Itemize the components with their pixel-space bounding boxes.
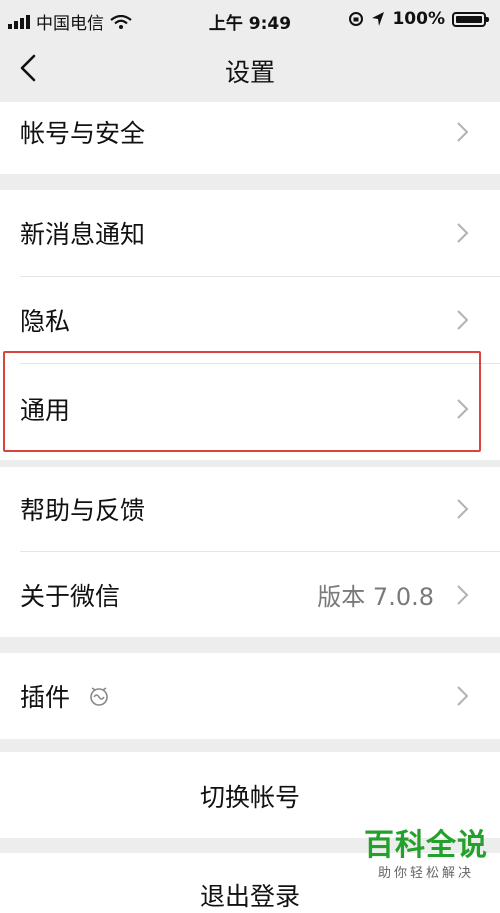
row-label: 关于微信 [20,581,121,611]
section-switch-account: 切换帐号 [0,752,500,838]
highlight-box [3,351,481,452]
location-arrow-icon [372,12,385,26]
status-bar: 中国电信 上午 9:49 100% [0,0,500,38]
row-help-feedback[interactable]: 帮助与反馈 [0,467,500,551]
lock-rotation-icon [349,12,364,26]
page-title: 设置 [224,58,275,87]
plugin-badge-icon [90,687,108,706]
row-about[interactable]: 关于微信 版本 7.0.8 [0,552,500,637]
chevron-right-icon [457,499,469,519]
watermark-title: 百科全说 [364,828,488,863]
logout-button[interactable]: 退出登录 [0,877,500,913]
row-label: 隐私 [20,307,71,336]
section-plugins: 插件 [0,653,500,739]
chevron-right-icon [457,122,469,142]
row-label: 帮助与反馈 [20,496,146,525]
row-plugins[interactable]: 插件 [0,653,500,739]
nav-bar: 设置 [0,38,500,102]
chevron-right-icon [457,223,469,243]
row-account-security[interactable]: 帐号与安全 [0,102,500,162]
chevron-right-icon [457,584,469,605]
watermark-subtitle: 助你轻松解决 [377,866,474,881]
section-account: 帐号与安全 [0,102,500,174]
row-label: 帐号与安全 [20,119,146,148]
battery-icon [452,11,489,27]
row-new-message-notify[interactable]: 新消息通知 [0,190,500,276]
chevron-right-icon [457,310,469,330]
version-value: 版本 7.0.8 [317,583,434,611]
watermark-logo: 百科全说 助你轻松解决 [364,828,488,882]
section-help: 帮助与反馈 关于微信 版本 7.0.8 [0,467,500,637]
switch-account-button[interactable]: 切换帐号 [0,778,500,814]
chevron-right-icon [457,686,469,706]
row-label: 新消息通知 [20,220,146,249]
battery-percent: 100% [392,9,445,29]
row-label: 插件 [20,683,71,712]
